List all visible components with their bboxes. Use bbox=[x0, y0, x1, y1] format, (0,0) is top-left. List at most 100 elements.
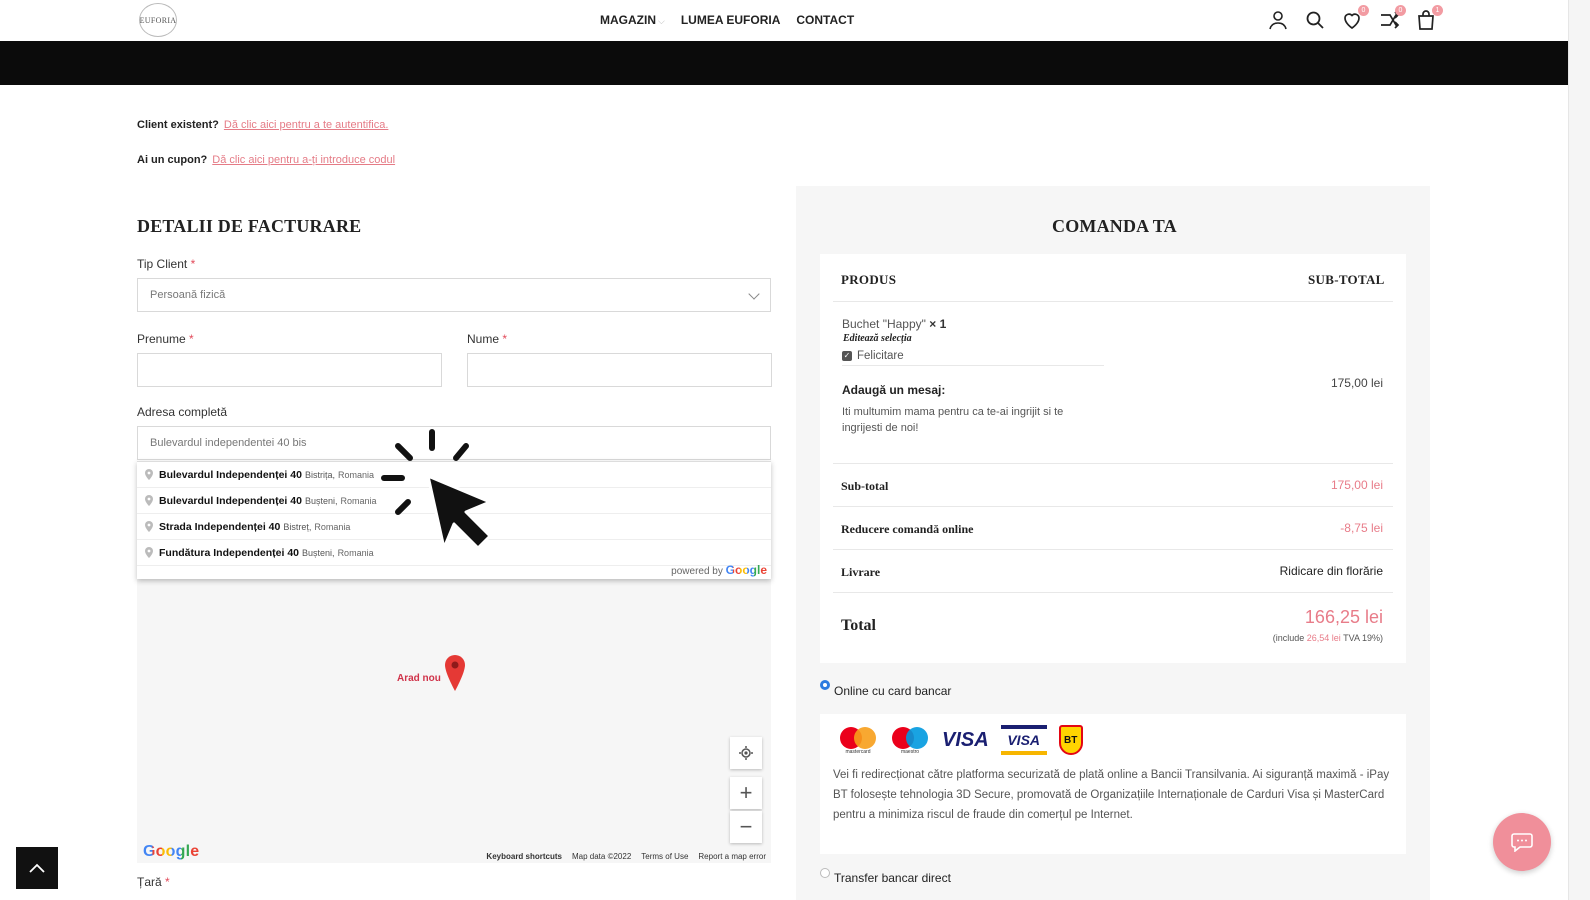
nav-item-contact[interactable]: CONTACT bbox=[796, 13, 854, 27]
nav-item-magazin[interactable]: MAGAZIN ⌵ bbox=[600, 13, 665, 27]
payment-card-label[interactable]: Online cu card bancar bbox=[834, 684, 951, 698]
compare-icon[interactable]: 0 bbox=[1377, 5, 1406, 32]
edit-selection-link[interactable]: Editează selecția bbox=[843, 333, 912, 344]
address-label: Adresa completă bbox=[137, 405, 228, 419]
powered-by-google: powered by Google bbox=[671, 563, 767, 577]
pin-icon bbox=[145, 469, 153, 480]
visa-logo: VISA bbox=[942, 728, 989, 751]
logo-text: EUFORIA bbox=[139, 15, 177, 25]
nav-item-lumea-euforia[interactable]: LUMEA EUFORIA bbox=[681, 13, 781, 27]
last-name-label: Nume * bbox=[467, 332, 508, 346]
coupon-link[interactable]: Dă clic aici pentru a-ți introduce codul bbox=[212, 154, 395, 166]
pin-icon bbox=[145, 547, 153, 558]
client-type-value: Persoană fizică bbox=[150, 289, 226, 301]
product-price: 175,00 lei bbox=[1330, 376, 1383, 390]
site-header: EUFORIA MAGAZIN ⌵ LUMEA EUFORIA CONTACT 0… bbox=[0, 0, 1568, 41]
subtotal-label: Sub-total bbox=[841, 479, 889, 493]
checkbox-checked-icon[interactable]: ✓ bbox=[842, 350, 852, 361]
chat-button[interactable] bbox=[1493, 813, 1551, 871]
divider bbox=[833, 301, 1393, 302]
address-map[interactable]: Arad nou + − Google Keyboard shortcuts M… bbox=[137, 579, 771, 863]
search-icon[interactable] bbox=[1303, 8, 1327, 32]
divider bbox=[833, 592, 1393, 593]
map-data-text: Map data ©2022 bbox=[572, 852, 632, 861]
main-nav: MAGAZIN ⌵ LUMEA EUFORIA CONTACT bbox=[600, 13, 854, 27]
order-table bbox=[820, 254, 1406, 663]
mastercard-logo: mastercard bbox=[838, 725, 878, 755]
product-name: Buchet "Happy" × 1 bbox=[842, 317, 947, 331]
map-footer: Keyboard shortcuts Map data ©2022 Terms … bbox=[486, 852, 766, 861]
shipping-label: Livrare bbox=[841, 565, 881, 579]
divider bbox=[833, 463, 1393, 464]
back-to-top-button[interactable] bbox=[16, 847, 58, 889]
first-name-label: Prenume * bbox=[137, 332, 194, 346]
chat-icon bbox=[1511, 833, 1533, 852]
first-name-field[interactable] bbox=[137, 353, 442, 387]
terms-link[interactable]: Terms of Use bbox=[641, 852, 688, 861]
cart-count-badge: 1 bbox=[1432, 5, 1443, 16]
client-type-select[interactable]: Persoană fizică bbox=[137, 278, 771, 312]
keyboard-shortcuts-link[interactable]: Keyboard shortcuts bbox=[486, 852, 562, 861]
total-value: 166,25 lei bbox=[1304, 607, 1383, 627]
google-map-logo: Google bbox=[143, 843, 200, 860]
payment-card-radio[interactable] bbox=[820, 680, 830, 690]
coupon-label: Ai un cupon? bbox=[137, 154, 208, 166]
cart-icon[interactable]: 1 bbox=[1414, 5, 1443, 32]
order-title: COMANDA TA bbox=[1052, 216, 1177, 236]
pin-icon bbox=[145, 521, 153, 532]
col-subtotal-header: SUB-TOTAL bbox=[1308, 272, 1385, 287]
card-logos: mastercard maestro VISA VISA BT bbox=[838, 725, 1083, 755]
returning-customer-label: Client existent? bbox=[137, 119, 219, 131]
billing-title: DETALII DE FACTURARE bbox=[137, 216, 362, 236]
pin-icon bbox=[145, 495, 153, 506]
divider bbox=[833, 506, 1393, 507]
addon-felicitare: ✓ Felicitare bbox=[842, 350, 904, 362]
map-pin-icon[interactable] bbox=[444, 655, 466, 691]
zoom-in-button[interactable]: + bbox=[730, 777, 762, 809]
maestro-logo: maestro bbox=[890, 725, 930, 755]
login-link[interactable]: Dă clic aici pentru a te autentifica. bbox=[224, 119, 388, 131]
crosshair-icon bbox=[739, 746, 753, 760]
google-logo: Google bbox=[725, 563, 767, 577]
wishlist-icon[interactable]: 0 bbox=[1340, 5, 1369, 32]
my-location-button[interactable] bbox=[730, 737, 762, 769]
message-label: Adaugă un mesaj: bbox=[842, 383, 946, 397]
country-label: Țară * bbox=[137, 875, 170, 889]
click-cursor-icon bbox=[381, 429, 492, 550]
chevron-up-icon bbox=[29, 863, 45, 873]
col-product-header: PRODUS bbox=[841, 272, 897, 287]
account-icon[interactable] bbox=[1266, 8, 1290, 32]
map-marker-label: Arad nou bbox=[397, 673, 441, 684]
report-error-link[interactable]: Report a map error bbox=[698, 852, 766, 861]
client-type-label: Tip Client * bbox=[137, 257, 196, 271]
card-payment-description: Vei fi redirecționat către platforma sec… bbox=[833, 769, 1390, 821]
message-text: Iti multumim mama pentru ca te-ai ingrij… bbox=[842, 406, 1064, 434]
discount-label: Reducere comandă online bbox=[841, 522, 974, 536]
plus-icon: + bbox=[739, 780, 753, 805]
address-value: Bulevardul independentei 40 bis bbox=[150, 437, 307, 449]
payment-transfer-radio[interactable] bbox=[820, 868, 830, 878]
compare-count-badge: 0 bbox=[1395, 5, 1406, 16]
total-label: Total bbox=[841, 617, 876, 634]
visa-electron-logo: VISA bbox=[1000, 725, 1047, 755]
scrollbar[interactable] bbox=[1568, 0, 1590, 900]
payment-transfer-label[interactable]: Transfer bancar direct bbox=[834, 871, 951, 885]
coupon-notice: Ai un cupon? Dă clic aici pentru a-ți int… bbox=[137, 154, 395, 166]
header-icons: 0 0 1 bbox=[1266, 5, 1443, 32]
minus-icon: − bbox=[739, 814, 753, 839]
chevron-down-icon: ⌵ bbox=[658, 16, 665, 26]
product-quantity: × 1 bbox=[929, 317, 947, 331]
last-name-field[interactable] bbox=[467, 353, 772, 387]
page-banner bbox=[0, 41, 1568, 85]
discount-value: -8,75 lei bbox=[1340, 521, 1383, 535]
zoom-out-button[interactable]: − bbox=[730, 811, 762, 843]
divider bbox=[842, 365, 1104, 366]
shipping-value: Ridicare din florărie bbox=[1279, 564, 1383, 578]
returning-customer-notice: Client existent? Dă clic aici pentru a te… bbox=[137, 119, 388, 131]
wishlist-count-badge: 0 bbox=[1358, 5, 1369, 16]
tax-note: (include 26,54 lei TVA 19%) bbox=[1272, 633, 1383, 643]
subtotal-value: 175,00 lei bbox=[1330, 478, 1383, 492]
divider bbox=[833, 549, 1393, 550]
logo[interactable]: EUFORIA bbox=[139, 3, 177, 37]
chevron-down-icon bbox=[748, 288, 760, 300]
